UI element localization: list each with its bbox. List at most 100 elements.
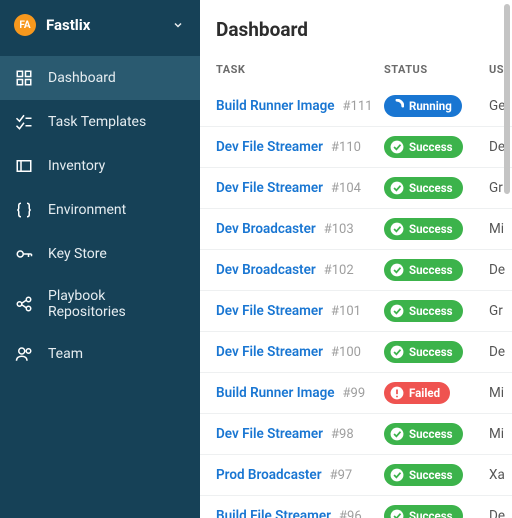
success-icon [390,345,404,359]
status-label: Success [409,509,453,518]
sidebar-item-label: Key Store [48,246,107,262]
sidebar: FA Fastlix Dashboard Task Templates Inve… [0,0,200,518]
failed-icon [390,386,404,400]
sidebar-item-environment[interactable]: Environment [0,188,200,232]
dashboard-icon [14,68,34,88]
brand-switcher[interactable]: FA Fastlix [0,0,200,50]
table-row[interactable]: Dev File Streamer#104SuccessGr [200,168,512,209]
table-row[interactable]: Prod Broadcaster #97 Success Xa [200,455,512,496]
page-title: Dashboard [200,0,512,63]
status-label: Success [409,468,453,482]
scrollbar[interactable] [504,4,510,514]
status-label: Running [409,99,452,113]
main-content: Dashboard TASK STATUS US Build Runner Im… [200,0,512,518]
status-badge: Success [384,177,463,199]
status-label: Success [409,263,453,277]
column-header-user[interactable]: US [489,63,504,76]
user-cell: Gr [489,303,503,319]
status-badge: Failed [384,382,450,404]
task-link[interactable]: Build Runner Image [216,385,335,401]
status-label: Success [409,181,453,195]
user-cell: Ge [489,98,505,114]
status-badge: Success [384,136,463,158]
status-label: Success [409,427,453,441]
table-row[interactable]: Build Runner Image #99 Failed Mi [200,373,512,414]
status-badge: Success [384,341,463,363]
status-badge: Success [384,259,463,281]
task-id: #96 [339,509,362,518]
table-row[interactable]: Build File Streamer #96 Success De [200,496,512,518]
success-icon [390,468,404,482]
chevron-down-icon [172,16,184,35]
user-cell: Xa [489,467,505,483]
column-header-status[interactable]: STATUS [384,63,489,76]
scrollbar-thumb[interactable] [504,4,510,194]
task-table: TASK STATUS US Build Runner Image #111 Run… [200,63,512,518]
status-badge: Success [384,300,463,322]
sidebar-item-team[interactable]: Team [0,332,200,376]
sidebar-item-inventory[interactable]: Inventory [0,144,200,188]
key-icon [14,244,34,264]
brand-name: Fastlix [46,16,162,34]
success-icon [390,181,404,195]
sidebar-item-label: Task Templates [48,114,146,130]
status-label: Success [409,304,453,318]
table-row[interactable]: Build Runner Image #111 Running Ge [200,86,512,127]
task-id: #111 [343,99,373,114]
sidebar-item-label: Dashboard [48,70,116,86]
user-cell: De [489,508,505,518]
task-link[interactable]: Dev File Streamer [216,344,323,360]
table-body: Build Runner Image #111 Running Ge Dev File … [200,86,512,518]
success-icon [390,509,404,518]
checklist-icon [14,112,34,132]
status-badge: Running [384,95,462,117]
sidebar-item-task-templates[interactable]: Task Templates [0,100,200,144]
task-link[interactable]: Dev File Streamer [216,426,323,442]
task-link[interactable]: Dev Broadcaster [216,262,316,278]
running-icon [390,99,404,113]
table-row[interactable]: Dev File Streamer #101 Success Gr [200,291,512,332]
column-header-task[interactable]: TASK [216,63,384,76]
task-link[interactable]: Dev File Streamer [216,139,323,155]
table-row[interactable]: Dev File Streamer#110SuccessDe [200,127,512,168]
task-link[interactable]: Build File Streamer [216,508,331,518]
status-label: Success [409,140,453,154]
status-label: Success [409,222,453,236]
task-id: #97 [330,468,353,483]
task-id: #98 [331,427,354,442]
sidebar-item-key-store[interactable]: Key Store [0,232,200,276]
status-badge: Success [384,464,463,486]
sidebar-item-dashboard[interactable]: Dashboard [0,56,200,100]
table-row[interactable]: Dev Broadcaster#103SuccessMi [200,209,512,250]
task-id: #103 [324,222,354,237]
task-link[interactable]: Dev File Streamer [216,180,323,196]
user-cell: Mi [489,426,504,442]
sidebar-item-label: Team [48,346,83,362]
sidebar-item-label: Playbook Repositories [48,288,186,320]
table-row[interactable]: Dev Broadcaster#102SuccessDe [200,250,512,291]
team-icon [14,344,34,364]
task-id: #110 [331,140,361,155]
success-icon [390,304,404,318]
sidebar-item-playbook-repositories[interactable]: Playbook Repositories [0,276,200,332]
task-id: #100 [331,345,361,360]
user-cell: Mi [489,385,504,401]
task-id: #99 [343,386,366,401]
status-badge: Success [384,218,463,240]
status-badge: Success [384,505,463,518]
success-icon [390,263,404,277]
task-id: #101 [331,304,361,319]
task-link[interactable]: Prod Broadcaster [216,467,322,483]
table-row[interactable]: Dev File Streamer #98 Success Mi [200,414,512,455]
user-cell: Gr [489,180,503,196]
table-row[interactable]: Dev File Streamer #100 Success De [200,332,512,373]
brand-logo: FA [14,14,36,36]
task-link[interactable]: Build Runner Image [216,98,335,114]
share-icon [14,294,34,314]
sidebar-item-label: Environment [48,202,126,218]
task-link[interactable]: Dev File Streamer [216,303,323,319]
sidebar-item-label: Inventory [48,158,105,174]
user-cell: De [489,344,505,360]
task-link[interactable]: Dev Broadcaster [216,221,316,237]
status-badge: Success [384,423,463,445]
